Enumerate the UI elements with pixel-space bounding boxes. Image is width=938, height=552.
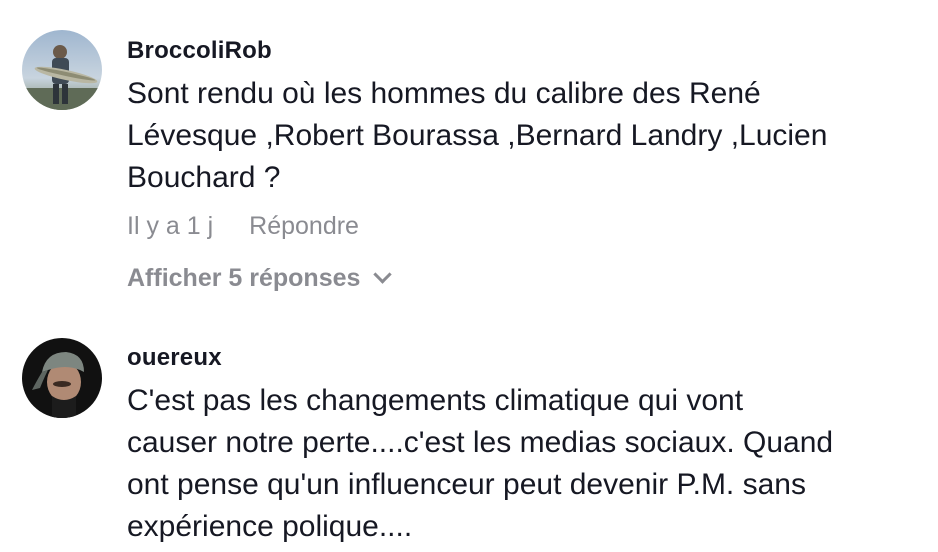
comment-text-line: Lévesque ,Robert Bourassa ,Bernard Landr… <box>127 119 828 152</box>
timestamp: Il y a 1 j <box>127 212 214 240</box>
username[interactable]: ouereux <box>127 344 222 372</box>
view-replies-button[interactable]: Afficher 5 réponses <box>127 264 393 293</box>
comment-text-line: Sont rendu où les hommes du calibre des … <box>127 77 761 110</box>
avatar[interactable] <box>22 338 102 418</box>
chevron-down-icon <box>373 265 393 284</box>
view-replies-label: Afficher 5 réponses <box>127 264 361 292</box>
comment-text-line: Bouchard ? <box>127 161 281 194</box>
comment-text: C'est pas les changements climatique qui… <box>127 380 927 548</box>
comment-text-line: ont pense qu'un influenceur peut devenir… <box>127 468 806 501</box>
comment-text-line: causer notre perte....c'est les medias s… <box>127 426 834 459</box>
fisherman-avatar-icon <box>22 30 102 110</box>
avatar[interactable] <box>22 30 102 110</box>
comment-text-line: C'est pas les changements climatique qui… <box>127 384 744 417</box>
reply-button[interactable]: Répondre <box>249 212 359 240</box>
comment-text: Sont rendu où les hommes du calibre des … <box>127 73 927 199</box>
comment-text-line: expérience polique.... <box>127 510 413 543</box>
username[interactable]: BroccoliRob <box>127 37 272 65</box>
man-in-cap-avatar-icon <box>22 338 102 418</box>
comment-meta: Il y a 1 j Répondre <box>127 212 359 241</box>
